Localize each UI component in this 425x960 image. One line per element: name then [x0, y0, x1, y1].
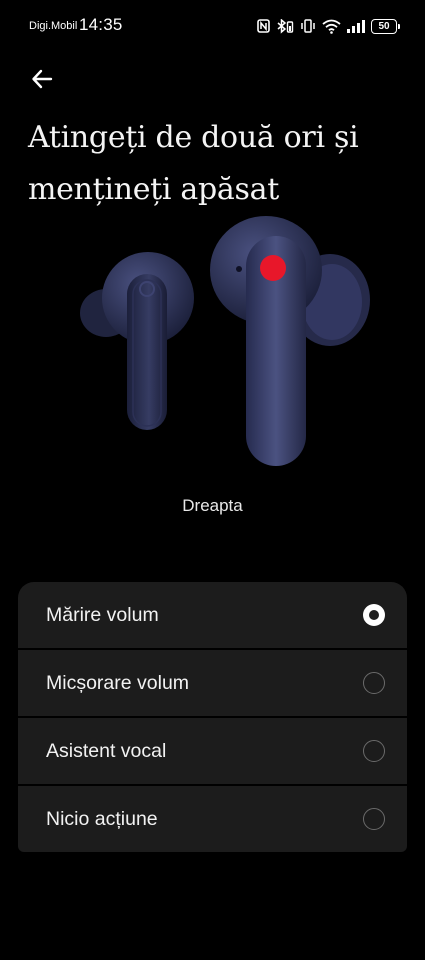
status-icons: 50	[257, 16, 400, 36]
back-button[interactable]	[26, 63, 58, 95]
option-label: Nicio acțiune	[46, 808, 158, 830]
status-bar: Digi.Mobil 14:35 50	[0, 0, 425, 52]
carrier-name: Digi.Mobil	[29, 20, 78, 32]
touch-area-marker	[260, 255, 286, 281]
battery-indicator: 50	[371, 18, 400, 34]
earbud-side-label: Dreapta	[182, 496, 243, 515]
earbuds-illustration	[80, 216, 370, 466]
action-options-list: Mărire volum Micșorare volum Asistent vo…	[18, 582, 407, 852]
bluetooth-battery-icon	[277, 18, 294, 34]
vibrate-icon	[301, 19, 315, 33]
radio-selected-icon[interactable]	[363, 604, 385, 626]
left-earbud	[80, 252, 194, 430]
page-title: Atingeți de două ori și mențineți apăsat	[28, 120, 359, 207]
option-label: Mărire volum	[46, 604, 159, 626]
signal-icon	[347, 19, 365, 33]
option-label: Asistent vocal	[46, 740, 167, 762]
radio-unselected-icon[interactable]	[363, 672, 385, 694]
right-earbud	[210, 216, 370, 466]
nfc-icon	[257, 19, 270, 33]
radio-unselected-icon[interactable]	[363, 808, 385, 830]
status-time: 14:35	[79, 15, 123, 34]
wifi-icon	[322, 19, 341, 34]
radio-unselected-icon[interactable]	[363, 740, 385, 762]
option-no-action[interactable]: Nicio acțiune	[18, 786, 407, 852]
option-label: Micșorare volum	[46, 672, 190, 694]
option-voice-assistant[interactable]: Asistent vocal	[18, 718, 407, 784]
option-decrease-volume[interactable]: Micșorare volum	[18, 650, 407, 716]
option-increase-volume[interactable]: Mărire volum	[18, 582, 407, 648]
arrow-left-icon	[32, 69, 53, 89]
